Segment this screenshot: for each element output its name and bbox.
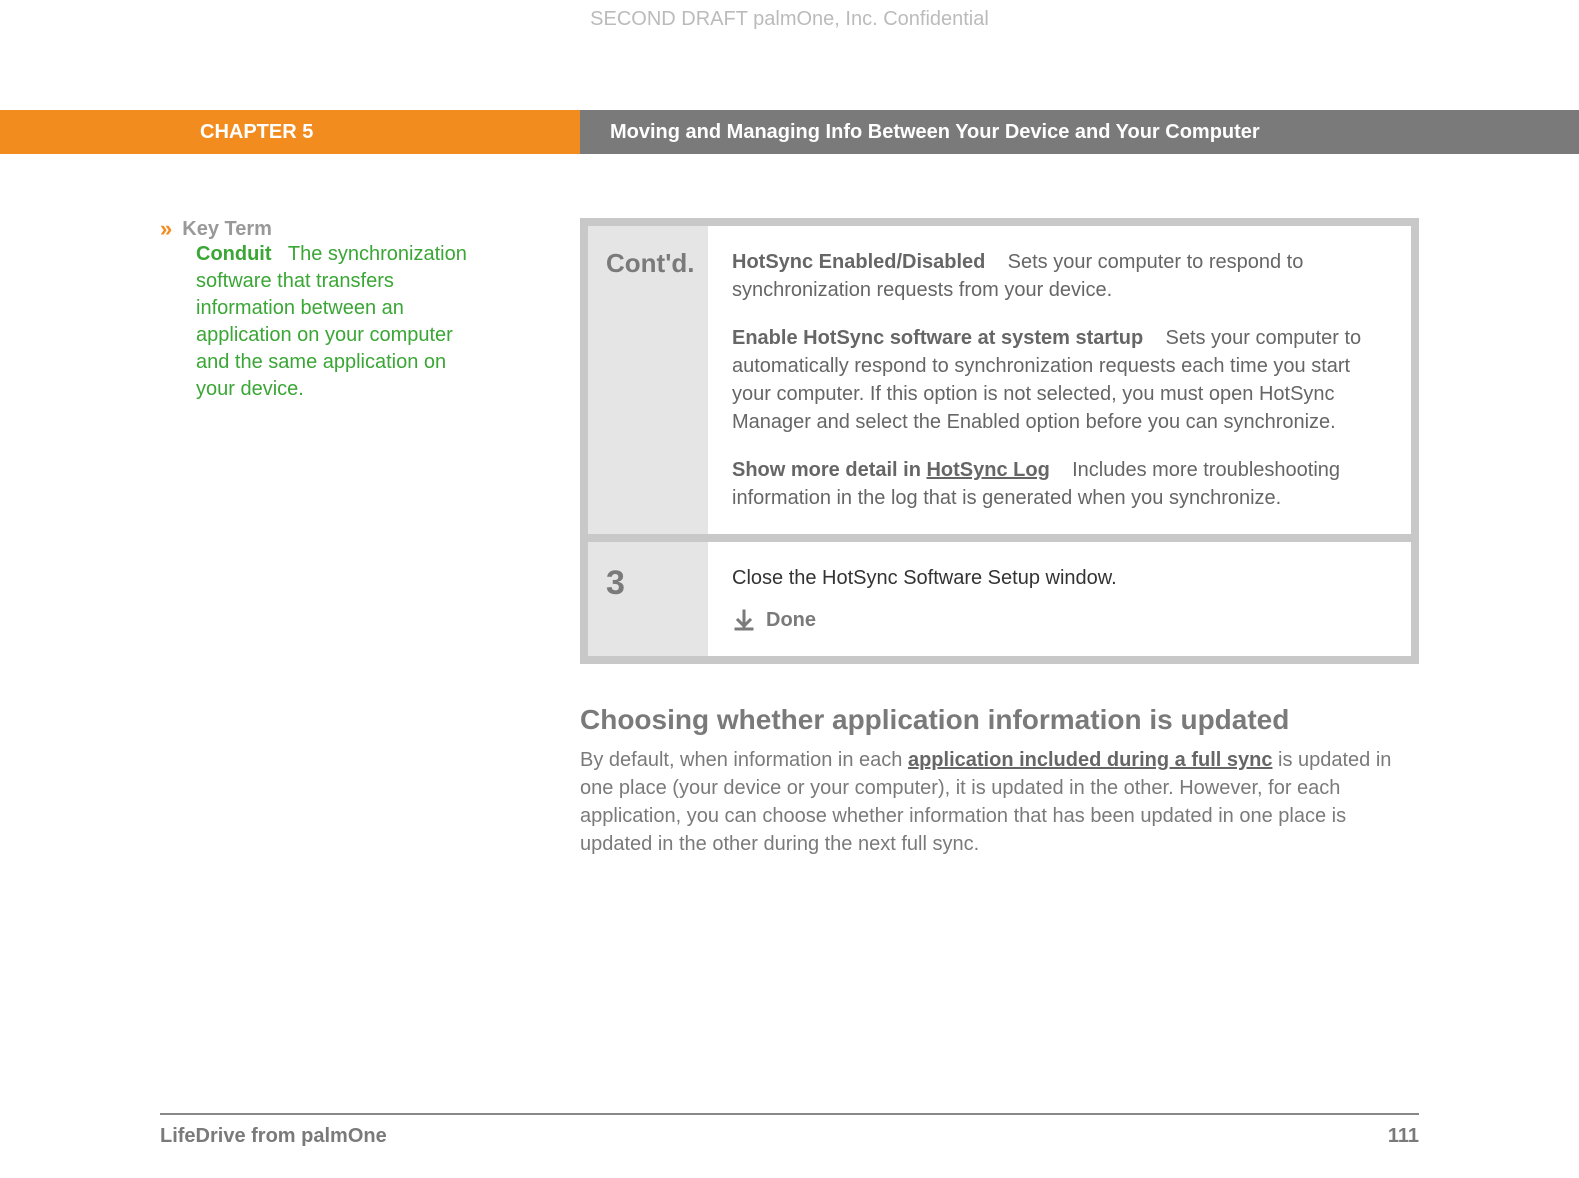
done-label: Done [766,606,816,634]
content-row: » Key Term Conduit The synchronization s… [160,218,1419,858]
keyterm-label: Key Term [182,218,272,241]
section-body: By default, when information in each app… [580,746,1419,858]
arrow-down-icon [732,608,756,632]
main-column: Cont'd. HotSync Enabled/Disabled Sets yo… [580,218,1419,858]
keyterm-definition-block: Conduit The synchronization software tha… [196,241,470,403]
document-page: SECOND DRAFT palmOne, Inc. Confidential … [0,0,1579,1178]
section-heading: Choosing whether application information… [580,704,1419,736]
option-bold: Enable HotSync software at system startu… [732,327,1143,349]
option-bold: HotSync Enabled/Disabled [732,251,985,273]
step-3-body: Close the HotSync Software Setup window.… [708,542,1411,656]
step-3-row: 3 Close the HotSync Software Setup windo… [588,542,1411,656]
keyterm-definition: The synchronization software that transf… [196,243,467,400]
done-row: Done [732,606,1387,634]
step-contd-body: HotSync Enabled/Disabled Sets your compu… [708,226,1411,534]
section-body-before: By default, when information in each [580,749,908,771]
hotsync-log-link[interactable]: HotSync Log [926,459,1049,481]
keyterm-term: Conduit [196,243,272,265]
chapter-title: Moving and Managing Info Between Your De… [580,110,1579,154]
step-contd-label: Cont'd. [588,226,708,534]
sidebar-keyterm: » Key Term Conduit The synchronization s… [160,218,470,858]
step-3-action: Close the HotSync Software Setup window. [732,564,1387,592]
option-bold-prefix: Show more detail in [732,459,926,481]
chapter-label: CHAPTER 5 [0,110,580,154]
keyterm-heading-row: » Key Term [160,218,470,241]
step-contd-row: Cont'd. HotSync Enabled/Disabled Sets yo… [588,226,1411,534]
step-number-3: 3 [588,542,708,656]
application-full-sync-link[interactable]: application included during a full sync [908,749,1272,771]
steps-container: Cont'd. HotSync Enabled/Disabled Sets yo… [580,218,1419,664]
chevron-right-icon: » [160,218,172,240]
footer-left: LifeDrive from palmOne [160,1125,387,1148]
watermark-text: SECOND DRAFT palmOne, Inc. Confidential [0,8,1579,31]
footer: LifeDrive from palmOne 111 [160,1113,1419,1148]
header-bars: CHAPTER 5 Moving and Managing Info Betwe… [0,110,1579,154]
footer-page-number: 111 [1388,1125,1419,1148]
